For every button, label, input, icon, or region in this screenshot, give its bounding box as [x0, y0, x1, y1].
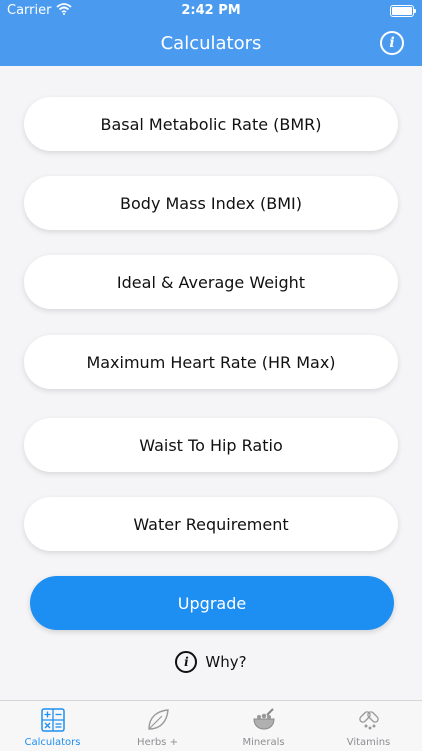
why-label: Why? [205, 653, 247, 671]
ideal-weight-button[interactable]: Ideal & Average Weight [24, 255, 398, 309]
leaf-icon [145, 707, 171, 733]
tab-calculators[interactable]: Calculators [0, 701, 105, 751]
tab-minerals[interactable]: Minerals [211, 701, 316, 751]
tab-label: Herbs + [137, 737, 178, 748]
calculator-icon [40, 707, 66, 733]
pills-icon [356, 707, 382, 733]
water-requirement-button[interactable]: Water Requirement [24, 497, 398, 551]
tab-label: Minerals [242, 737, 285, 748]
info-circle-icon: i [175, 651, 198, 673]
tab-label: Vitamins [346, 737, 391, 748]
tab-bar: Calculators Herbs + Minerals Vitamins [0, 700, 422, 751]
page-title: Calculators [160, 33, 262, 54]
clock: 2:42 PM [181, 3, 241, 18]
bmi-button[interactable]: Body Mass Index (BMI) [24, 176, 398, 230]
info-icon[interactable]: i [380, 31, 404, 55]
hr-max-button[interactable]: Maximum Heart Rate (HR Max) [24, 335, 398, 389]
app-header: Carrier 2:42 PM Calculators i [0, 0, 422, 66]
tab-herbs[interactable]: Herbs + [105, 701, 210, 751]
mortar-bowl-icon [251, 707, 277, 733]
bmr-button[interactable]: Basal Metabolic Rate (BMR) [24, 97, 398, 151]
tab-vitamins[interactable]: Vitamins [316, 701, 421, 751]
battery-icon [390, 5, 416, 17]
tab-label: Calculators [24, 737, 81, 748]
upgrade-button[interactable]: Upgrade [30, 576, 394, 630]
waist-hip-ratio-button[interactable]: Waist To Hip Ratio [24, 418, 398, 472]
status-bar: Carrier 2:42 PM [0, 0, 422, 22]
why-link[interactable]: i Why? [0, 651, 422, 673]
